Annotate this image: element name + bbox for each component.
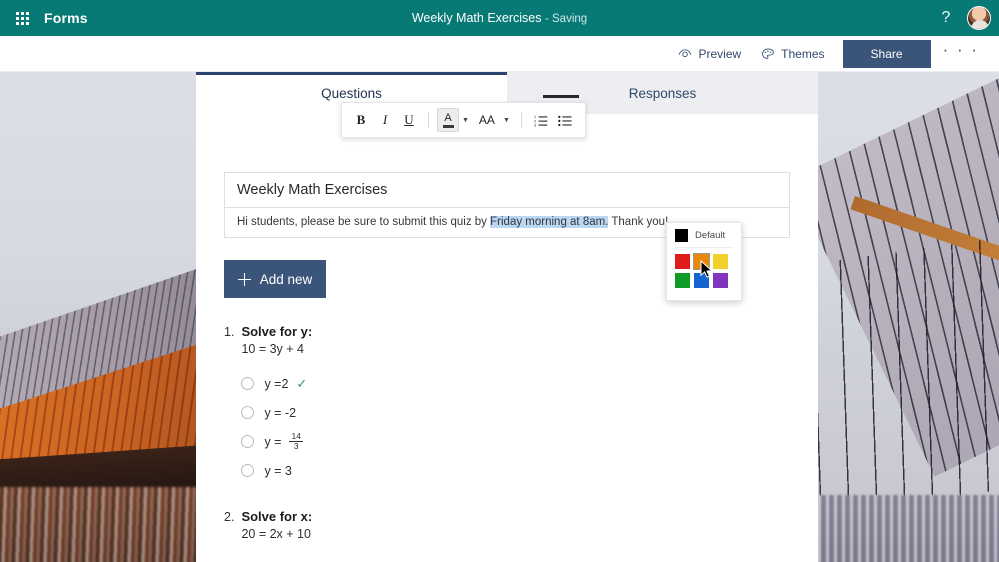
themes-button[interactable]: Themes	[751, 42, 834, 66]
eye-icon	[678, 47, 692, 61]
font-color-icon: A	[443, 113, 454, 128]
color-default-label: Default	[695, 230, 725, 241]
font-size-chevron-down-icon[interactable]: ▼	[502, 117, 513, 124]
add-new-button[interactable]: Add new	[224, 260, 326, 298]
radio-button[interactable]	[241, 406, 254, 419]
radio-button[interactable]	[241, 464, 254, 477]
palette-icon	[761, 47, 775, 61]
color-default-option[interactable]: Default	[675, 229, 733, 248]
preview-button[interactable]: Preview	[668, 42, 751, 66]
underline-label: U	[404, 112, 413, 128]
description-suffix: Thank you!	[608, 216, 668, 228]
save-status-label: - Saving	[545, 13, 587, 25]
choice-text: y = -2	[264, 406, 296, 420]
app-header-right-group: ?	[935, 0, 991, 36]
toolbar-divider	[521, 112, 522, 128]
radio-button[interactable]	[241, 377, 254, 390]
command-bar: Preview Themes Share · · ·	[0, 36, 999, 72]
choice-label: y =	[264, 435, 281, 449]
choices-list: y =2 ✓ y = -2	[241, 369, 312, 485]
svg-text:3: 3	[534, 123, 536, 127]
radio-button[interactable]	[241, 435, 254, 448]
waffle-grid	[16, 12, 29, 25]
choice-label: y =2	[264, 377, 288, 391]
bg-right-water	[818, 495, 999, 562]
question-number: 1.	[224, 324, 234, 485]
choice-option[interactable]: y = 3	[241, 456, 312, 485]
description-selected-text: Friday morning at 8am.	[490, 216, 608, 228]
app-name-label[interactable]: Forms	[44, 10, 88, 26]
bulleted-list-button[interactable]	[554, 108, 576, 132]
numbered-list-icon: 1 2 3	[534, 114, 548, 127]
preview-label: Preview	[698, 47, 741, 61]
question-content: Solve for x: 20 = 2x + 10	[241, 509, 312, 541]
form-title-header-text: Weekly Math Exercises	[412, 11, 542, 25]
help-icon[interactable]: ?	[935, 9, 957, 27]
numbered-list-button[interactable]: 1 2 3	[530, 108, 552, 132]
choice-text: y = 14 3	[264, 432, 303, 451]
font-color-picker-flyout: Default	[666, 222, 742, 301]
choice-option[interactable]: y = -2	[241, 398, 312, 427]
rich-text-toolbar: B I U A ▼ AA ▼ 1 2 3	[341, 102, 586, 138]
font-color-chevron-down-icon[interactable]: ▼	[461, 117, 472, 124]
question-title: Solve for x:	[241, 509, 312, 524]
question-content: Solve for y: 10 = 3y + 4 y =2 ✓	[241, 324, 312, 485]
fraction-denominator: 3	[294, 442, 299, 451]
more-options-button[interactable]: · · ·	[931, 40, 989, 68]
bold-button[interactable]: B	[350, 108, 372, 132]
bulleted-list-icon	[558, 114, 572, 127]
question-number: 2.	[224, 509, 234, 541]
questions-list: 1. Solve for y: 10 = 3y + 4 y =2 ✓	[224, 324, 790, 541]
color-swatch-grid	[675, 248, 733, 288]
bold-label: B	[357, 112, 366, 128]
choice-label: y = 3	[264, 464, 291, 478]
question-card[interactable]: 2. Solve for x: 20 = 2x + 10	[224, 509, 790, 541]
choice-text: y = 3	[264, 464, 291, 478]
tab-responses-label: Responses	[629, 86, 697, 101]
underline-button[interactable]: U	[398, 108, 420, 132]
description-prefix: Hi students, please be sure to submit th…	[237, 216, 490, 228]
app-launcher-icon[interactable]	[0, 12, 44, 25]
italic-label: I	[383, 112, 387, 128]
toolbar-divider	[428, 112, 429, 128]
themes-label: Themes	[781, 47, 824, 61]
choice-text: y =2 ✓	[264, 376, 307, 392]
color-swatch-orange[interactable]	[694, 254, 709, 269]
color-swatch-red[interactable]	[675, 254, 690, 269]
font-color-label: A	[444, 113, 451, 124]
form-canvas: Questions Responses Weekly Math Exercise…	[196, 72, 818, 562]
form-title-input[interactable]: Weekly Math Exercises	[224, 172, 790, 208]
toolbar-anchor-bar	[543, 95, 579, 98]
font-color-button[interactable]: A	[437, 108, 459, 132]
form-title-value: Weekly Math Exercises	[237, 182, 387, 198]
question-card[interactable]: 1. Solve for y: 10 = 3y + 4 y =2 ✓	[224, 324, 790, 485]
question-equation: 20 = 2x + 10	[241, 527, 312, 541]
fraction: 14 3	[289, 432, 302, 451]
tab-questions-label: Questions	[321, 86, 382, 101]
color-swatch-green[interactable]	[675, 273, 690, 288]
plus-icon	[238, 273, 251, 286]
choice-option[interactable]: y =2 ✓	[241, 369, 312, 398]
font-size-label: AA	[479, 113, 495, 127]
italic-button[interactable]: I	[374, 108, 396, 132]
choice-label: y = -2	[264, 406, 296, 420]
font-size-button[interactable]: AA	[474, 108, 500, 132]
add-new-label: Add new	[260, 272, 313, 287]
question-title: Solve for y:	[241, 324, 312, 339]
bg-left-water	[0, 487, 220, 562]
question-equation: 10 = 3y + 4	[241, 342, 312, 356]
form-title-header: Weekly Math Exercises - Saving	[0, 11, 999, 25]
avatar[interactable]	[967, 6, 991, 30]
form-description-text: Hi students, please be sure to submit th…	[237, 214, 668, 230]
app-header-bar: Forms Weekly Math Exercises - Saving ?	[0, 0, 999, 36]
color-swatch-purple[interactable]	[713, 273, 728, 288]
share-button[interactable]: Share	[843, 40, 931, 68]
color-swatch-yellow[interactable]	[713, 254, 728, 269]
choice-option[interactable]: y = 14 3	[241, 427, 312, 456]
color-swatch-blue[interactable]	[694, 273, 709, 288]
correct-answer-check-icon: ✓	[296, 376, 307, 392]
color-swatch-default[interactable]	[675, 229, 688, 242]
